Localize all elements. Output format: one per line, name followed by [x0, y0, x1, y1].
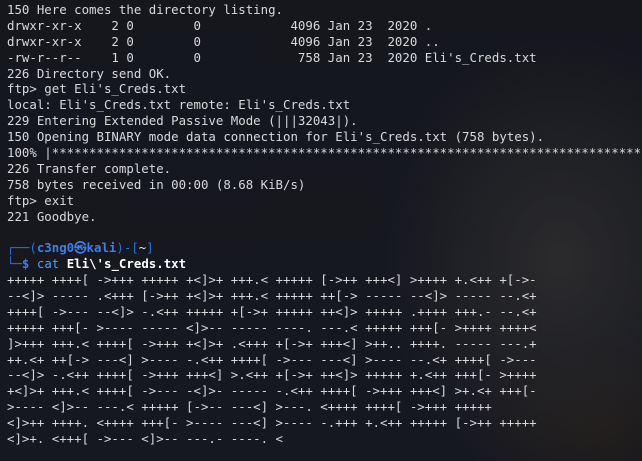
ftp-session-output: 150 Here comes the directory listing. dr… — [7, 2, 642, 224]
command-argument: Eli\'s_Creds.txt — [66, 256, 187, 272]
file-line: --<]> ----- .<+++ [->++ +<]>+ +++.< ++++… — [7, 288, 537, 304]
file-line: ++.<+ ++[-> ---<] >---- -.<++ ++++[ ->--… — [7, 351, 537, 367]
prompt-frame-mid: )-[ — [116, 240, 139, 256]
output-line: drwxr-xr-x 2 0 0 4096 Jan 23 2020 .. — [7, 33, 440, 49]
output-line: -rw-r--r-- 1 0 0 758 Jan 23 2020 Eli's_C… — [7, 49, 537, 65]
output-line: 229 Entering Extended Passive Mode (|||3… — [7, 113, 358, 129]
shell-command-line[interactable]: └─$ cat Eli\'s_Creds.txt — [7, 256, 642, 272]
prompt-host: kali — [86, 240, 117, 256]
output-line: 226 Transfer complete. — [7, 160, 172, 176]
output-line: 226 Directory send OK. — [7, 65, 172, 81]
command-word: cat — [36, 256, 60, 272]
output-line: 150 Opening BINARY mode data connection … — [7, 129, 545, 145]
file-contents: +++++ ++++[ ->+++ +++++ +<]>+ +++.< ++++… — [7, 272, 642, 447]
file-line: ++++[ ->--- --<]> -.<++ +++++ +[->+ ++++… — [7, 303, 537, 319]
output-line: ftp> get Eli's_Creds.txt — [7, 81, 187, 97]
file-line: <]>++ ++++. <++++ +++[- >---- ---<] >---… — [7, 415, 537, 431]
file-line: >---- <]>-- ---.< +++++ [->-- ---<] >---… — [7, 399, 492, 415]
output-line: 221 Goodbye. — [7, 208, 97, 224]
file-line: +++++ +++[- >---- ----- <]>-- ----- ----… — [7, 319, 537, 335]
prompt-dollar: $ — [21, 256, 30, 272]
prompt-user: c3ng0 — [36, 240, 75, 256]
file-line: <]>+. <+++[ ->--- <]>-- ---.- ----. < — [7, 431, 284, 447]
output-line: ftp> exit — [7, 192, 75, 208]
file-line: ]>+++ +++.< ++++[ ->+++ +<]>+ .<+++ +[->… — [7, 335, 537, 351]
prompt-frame-bottom: └─ — [7, 256, 22, 272]
output-line: local: Eli's_Creds.txt remote: Eli's_Cre… — [7, 97, 351, 113]
prompt-frame-top: ┌──( — [7, 240, 37, 256]
output-line: 758 bytes received in 00:00 (8.68 KiB/s) — [7, 176, 306, 192]
terminal-window[interactable]: 150 Here comes the directory listing. dr… — [0, 0, 642, 461]
kali-skull-icon: ㉿ — [74, 240, 87, 256]
file-line: +<]>+ +++.< ++++[ ->--- -<]>- ----- -.<+… — [7, 383, 537, 399]
shell-prompt-top: ┌──(c3ng0㉿kali)-[~] — [7, 240, 642, 256]
prompt-frame-end: ] — [146, 240, 154, 256]
file-line: --<]> -.<++ ++++[ ->+++ +++<] >.<++ +[->… — [7, 367, 537, 383]
file-line: +++++ ++++[ ->+++ +++++ +<]>+ +++.< ++++… — [7, 272, 537, 288]
output-line: 150 Here comes the directory listing. — [7, 2, 284, 17]
output-line: drwxr-xr-x 2 0 0 4096 Jan 23 2020 . — [7, 17, 433, 33]
progress-line: 100% |**********************************… — [7, 145, 642, 161]
